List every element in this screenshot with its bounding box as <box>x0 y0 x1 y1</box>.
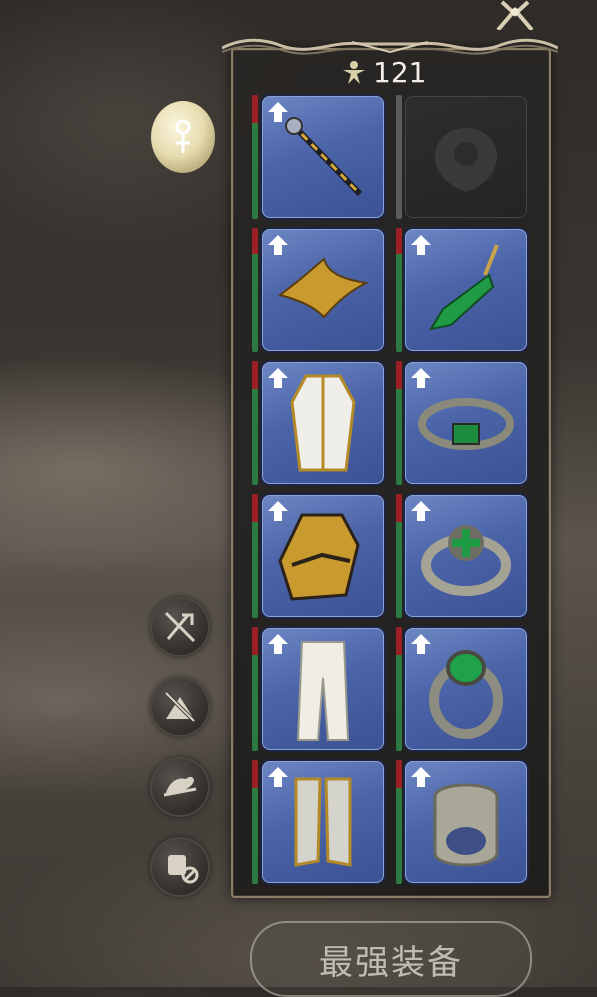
hide-face-icon <box>168 855 199 884</box>
durability-bar <box>396 627 402 751</box>
hide-weapon-icon <box>164 611 196 643</box>
equip-slot-ring1[interactable] <box>405 628 527 750</box>
best-gear-button[interactable]: 最强装备 <box>250 921 532 997</box>
durability-bar <box>396 760 402 884</box>
equip-slot-earring[interactable] <box>405 229 527 351</box>
equip-slot-body[interactable] <box>262 362 384 484</box>
upgrade-arrow-icon <box>268 368 288 388</box>
durability-bar <box>252 494 258 618</box>
durability-bar <box>252 627 258 751</box>
equip-slot-hands[interactable] <box>262 495 384 617</box>
equip-slot-bracelet[interactable] <box>405 495 527 617</box>
equip-slot-feet[interactable] <box>262 761 384 883</box>
equip-slot-head[interactable] <box>262 229 384 351</box>
upgrade-arrow-icon <box>411 501 431 521</box>
durability-bar <box>252 361 258 485</box>
upgrade-arrow-icon <box>411 368 431 388</box>
durability-bar <box>252 760 258 884</box>
hat-toggle-button[interactable] <box>150 757 210 817</box>
hide-weapon-button[interactable] <box>150 597 210 657</box>
currency-value: 121 <box>373 55 427 89</box>
upgrade-arrow-icon <box>268 767 288 787</box>
hide-headgear-button[interactable] <box>150 677 210 737</box>
hide-face-button[interactable] <box>150 837 210 897</box>
equip-slot-weapon[interactable] <box>262 96 384 218</box>
equip-slot-legs[interactable] <box>262 628 384 750</box>
upgrade-arrow-icon <box>411 767 431 787</box>
hat-toggle-icon <box>163 776 197 797</box>
equip-slot-necklace[interactable] <box>405 362 527 484</box>
durability-bar <box>252 95 258 219</box>
star-figure-icon <box>343 61 365 84</box>
hide-headgear-icon <box>164 691 196 723</box>
equip-slot-offhand[interactable] <box>405 96 527 218</box>
character-egg-icon[interactable] <box>149 97 217 175</box>
durability-bar <box>252 228 258 352</box>
upgrade-arrow-icon <box>411 634 431 654</box>
crest-emblem-icon <box>496 0 534 30</box>
upgrade-arrow-icon <box>411 235 431 255</box>
currency-display: 121 <box>341 55 426 89</box>
durability-bar-empty <box>396 95 402 219</box>
upgrade-arrow-icon <box>268 501 288 521</box>
durability-bar <box>396 494 402 618</box>
upgrade-arrow-icon <box>268 235 288 255</box>
equip-slot-ring2[interactable] <box>405 761 527 883</box>
durability-bar <box>396 228 402 352</box>
durability-bar <box>396 361 402 485</box>
upgrade-arrow-icon <box>268 634 288 654</box>
empty-crest-icon <box>435 128 497 192</box>
best-gear-label: 最强装备 <box>319 942 463 983</box>
upgrade-arrow-icon <box>268 102 288 122</box>
